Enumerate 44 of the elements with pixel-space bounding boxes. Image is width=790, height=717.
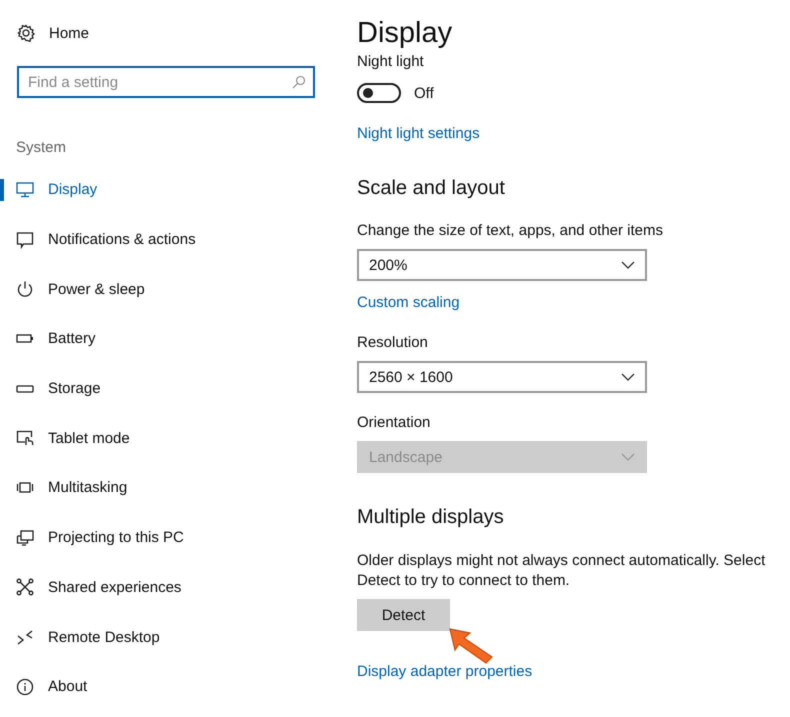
power-icon [16, 280, 34, 298]
tablet-touch-icon [16, 429, 34, 448]
pointer-arrow-icon [448, 627, 494, 665]
nav-item[interactable]: About [0, 662, 340, 712]
nav-item[interactable]: Multitasking [0, 463, 340, 513]
search-field[interactable]: Find a setting [17, 66, 315, 98]
remote-arrows-icon [16, 628, 34, 646]
chevron-down-icon [621, 453, 635, 461]
gear-icon [17, 24, 35, 42]
nav-item[interactable]: Tablet mode [0, 413, 340, 464]
nav-item[interactable]: Display [0, 165, 340, 215]
section-label: System [16, 138, 68, 158]
speech-bubble-icon [16, 230, 34, 249]
info-icon [16, 678, 34, 696]
nav-item[interactable]: Power & sleep [0, 264, 340, 314]
field-label: Orientation [357, 413, 432, 433]
nav-item[interactable]: Notifications & actions [0, 214, 340, 264]
settings-link[interactable]: Night light settings [357, 124, 480, 144]
field-label: Change the size of text, apps, and other items [357, 221, 664, 241]
nav-item[interactable]: Storage [0, 364, 340, 414]
settings-link[interactable]: Display adapter properties [357, 662, 532, 682]
chevron-down-icon [621, 261, 635, 269]
dropdown[interactable]: 2560 × 1600 [357, 361, 647, 393]
nav-item[interactable]: Battery [0, 314, 340, 364]
section-heading: Multiple displays [357, 505, 505, 530]
toggle-switch[interactable] [357, 83, 401, 103]
toggle-state: Off [414, 84, 434, 102]
nav-item[interactable]: Shared experiences [0, 562, 340, 612]
field-label: Resolution [357, 333, 429, 353]
home-link[interactable]: Home [0, 20, 340, 46]
nav-item[interactable]: Projecting to this PC [0, 512, 340, 562]
section-heading: Scale and layout [357, 176, 506, 201]
network-icon [16, 578, 34, 596]
dropdown[interactable]: 200% [357, 249, 647, 281]
monitor-icon [16, 180, 34, 199]
search-icon [292, 75, 306, 89]
field-label: Night light [357, 52, 425, 72]
nav-item[interactable]: Remote Desktop [0, 612, 340, 662]
description-text: Older displays might not always connect automatically. Select Detect to try to connect to them. [357, 551, 766, 591]
page-title: Display [357, 16, 454, 51]
settings-link[interactable]: Custom scaling [357, 293, 460, 313]
screens-icon [16, 528, 34, 547]
chevron-down-icon [621, 373, 635, 381]
detect-button[interactable]: Detect [357, 599, 450, 631]
